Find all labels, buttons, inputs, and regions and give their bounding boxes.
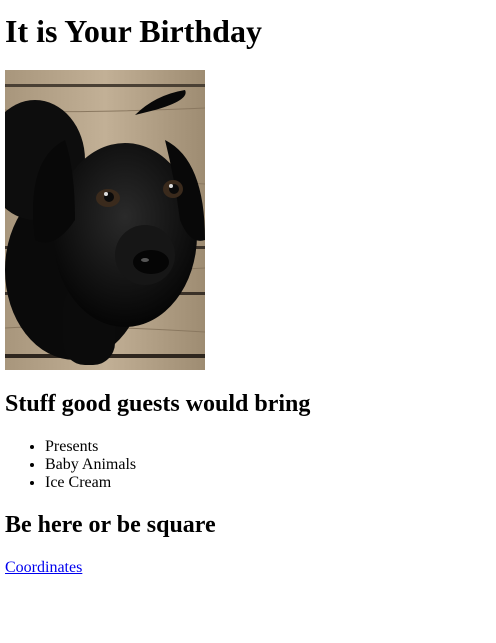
list-item: Ice Cream — [45, 474, 491, 492]
coordinates-link[interactable]: Coordinates — [5, 559, 82, 577]
guests-heading: Stuff good guests would bring — [5, 391, 311, 417]
guest-items-list: Presents Baby Animals Ice Cream — [5, 438, 491, 492]
puppy-illustration — [5, 70, 205, 370]
puppy-photo — [5, 70, 205, 370]
page-content: It is Your Birthday Stuff good guests wo… — [0, 13, 496, 577]
list-item: Presents — [45, 438, 491, 456]
list-item: Baby Animals — [45, 456, 491, 474]
location-heading: Be here or be square — [5, 512, 216, 538]
page-title: It is Your Birthday — [5, 13, 262, 49]
